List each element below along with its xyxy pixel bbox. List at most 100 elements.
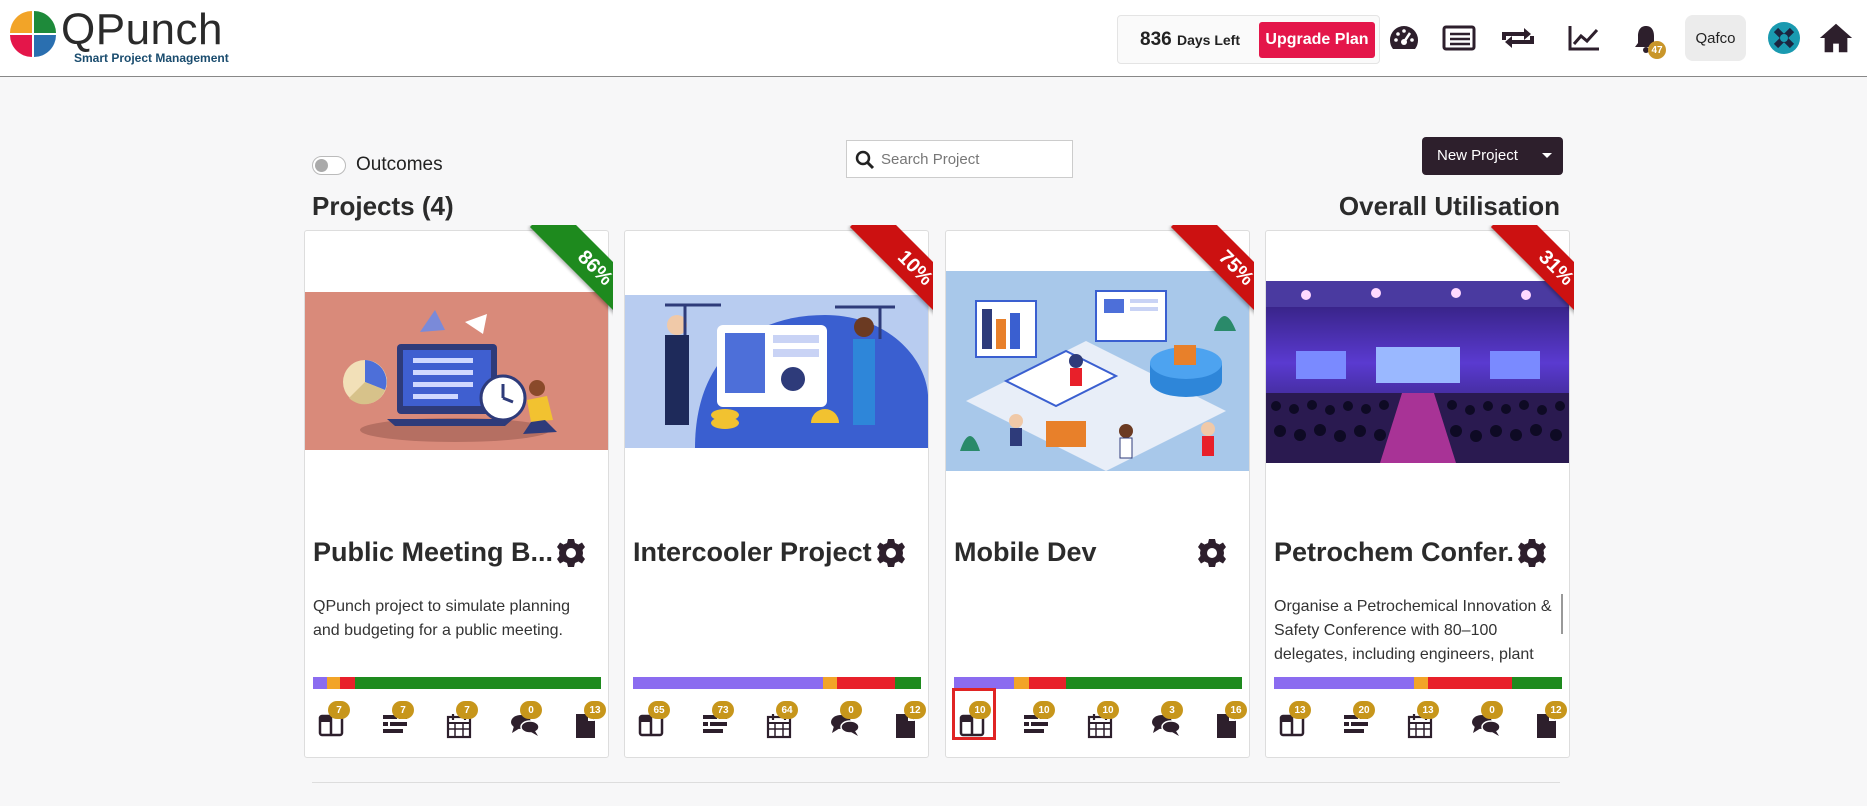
- progress-segment: [1066, 677, 1242, 689]
- chevron-down-icon[interactable]: [1542, 153, 1552, 158]
- highlight-box: [952, 688, 996, 740]
- count-badge: 13: [584, 701, 606, 719]
- panels-icon[interactable]: 13: [1273, 701, 1317, 745]
- gantt-icon[interactable]: 7: [376, 701, 420, 745]
- gear-icon[interactable]: [1516, 537, 1548, 569]
- outcomes-toggle[interactable]: [312, 156, 346, 175]
- completion-percent: 75%: [1170, 225, 1254, 330]
- project-card[interactable]: 31% Petrochem Confer... Organise a Petro…: [1265, 225, 1574, 758]
- gear-icon[interactable]: [1196, 537, 1228, 569]
- project-title[interactable]: Petrochem Confer...: [1274, 537, 1514, 568]
- count-badge: 16: [1225, 701, 1247, 719]
- list-icon[interactable]: [1441, 20, 1477, 56]
- document-icon[interactable]: 13: [568, 701, 612, 745]
- qpunch-logo[interactable]: QPunch Smart Project Management: [8, 5, 229, 67]
- progress-segment: [1428, 677, 1512, 689]
- search-box: [846, 140, 1073, 178]
- card-actions: 13 20 13 0 12: [1266, 695, 1569, 755]
- chat-icon[interactable]: 0: [1465, 701, 1509, 745]
- panels-icon[interactable]: 7: [312, 701, 356, 745]
- project-description: [954, 595, 1242, 663]
- project-description: QPunch project to simulate planning and …: [313, 598, 571, 639]
- progress-segment: [1028, 677, 1067, 689]
- count-badge: 7: [328, 701, 350, 719]
- gear-icon[interactable]: [555, 537, 587, 569]
- chart-line-icon[interactable]: [1566, 20, 1602, 56]
- progress-segment: [823, 677, 838, 689]
- gantt-icon[interactable]: 20: [1337, 701, 1381, 745]
- bell-icon[interactable]: 47: [1628, 20, 1666, 59]
- gantt-icon[interactable]: 10: [1017, 701, 1061, 745]
- progress-segment: [1511, 677, 1562, 689]
- panels-icon[interactable]: 65: [632, 701, 676, 745]
- card-actions: 65 73 64 0 12: [625, 695, 928, 755]
- completion-percent: 86%: [529, 225, 613, 330]
- chat-icon[interactable]: 0: [824, 701, 868, 745]
- project-description: Organise a Petrochemical Innovation & Sa…: [1274, 598, 1552, 663]
- progress-segment: [327, 677, 341, 689]
- count-badge: 3: [1161, 701, 1183, 719]
- calendar-icon[interactable]: 7: [440, 701, 484, 745]
- progress-segment: [1413, 677, 1429, 689]
- count-badge: 10: [1033, 701, 1055, 719]
- project-title[interactable]: Public Meeting B...: [313, 537, 553, 568]
- progress-segment: [354, 677, 601, 689]
- status-progress-bar: [633, 677, 921, 689]
- search-input[interactable]: [881, 147, 1065, 171]
- calendar-icon[interactable]: 13: [1401, 701, 1445, 745]
- count-badge: 64: [776, 701, 798, 719]
- count-badge: 0: [1481, 701, 1503, 719]
- project-card[interactable]: 75% Mobile Dev 10 10 10 3 16: [945, 225, 1254, 758]
- progress-segment: [340, 677, 355, 689]
- count-badge: 7: [392, 701, 414, 719]
- chat-icon[interactable]: 0: [504, 701, 548, 745]
- calendar-icon[interactable]: 64: [760, 701, 804, 745]
- logo-text: QPunch: [61, 5, 223, 54]
- dashboard-icon[interactable]: [1386, 20, 1422, 56]
- progress-segment: [837, 677, 896, 689]
- progress-segment: [313, 677, 328, 689]
- days-left-value: 836: [1140, 29, 1172, 50]
- project-description: [633, 595, 921, 663]
- count-badge: 0: [840, 701, 862, 719]
- company-logo-icon[interactable]: [1766, 20, 1802, 56]
- gear-icon[interactable]: [875, 537, 907, 569]
- completion-percent: 31%: [1490, 225, 1574, 330]
- project-title[interactable]: Mobile Dev: [954, 537, 1194, 568]
- project-card[interactable]: 10% Intercooler Project 65 73 64 0 12: [624, 225, 933, 758]
- exchange-icon[interactable]: [1500, 20, 1536, 56]
- project-card[interactable]: 86% Public Meeting B... QPunch project t…: [304, 225, 613, 758]
- new-project-button[interactable]: New Project: [1422, 137, 1563, 175]
- count-badge: 10: [1097, 701, 1119, 719]
- progress-segment: [895, 677, 921, 689]
- completion-ribbon: 75%: [1149, 225, 1254, 330]
- calendar-icon[interactable]: 10: [1081, 701, 1125, 745]
- home-icon[interactable]: [1818, 20, 1854, 56]
- document-icon[interactable]: 16: [1209, 701, 1253, 745]
- divider: [312, 782, 1560, 783]
- count-badge: 73: [712, 701, 734, 719]
- user-menu[interactable]: Qafco: [1685, 15, 1746, 61]
- completion-ribbon: 10%: [828, 225, 933, 330]
- logo-tagline: Smart Project Management: [74, 51, 229, 65]
- count-badge: 12: [1545, 701, 1567, 719]
- search-icon: [855, 150, 875, 170]
- logo-mark-icon: [10, 11, 56, 57]
- upgrade-plan-button[interactable]: Upgrade Plan: [1259, 22, 1375, 58]
- card-actions: 7 7 7 0 13: [305, 695, 608, 755]
- gantt-icon[interactable]: 73: [696, 701, 740, 745]
- progress-segment: [1274, 677, 1414, 689]
- description-scrollbar[interactable]: [1561, 594, 1563, 634]
- top-header: QPunch Smart Project Management 836 Days…: [0, 0, 1867, 77]
- status-progress-bar: [313, 677, 601, 689]
- document-icon[interactable]: 12: [888, 701, 932, 745]
- count-badge: 7: [456, 701, 478, 719]
- status-progress-bar: [1274, 677, 1562, 689]
- count-badge: 12: [904, 701, 926, 719]
- completion-ribbon: 31%: [1469, 225, 1574, 330]
- overall-utilisation-title[interactable]: Overall Utilisation: [1339, 191, 1560, 222]
- count-badge: 0: [520, 701, 542, 719]
- chat-icon[interactable]: 3: [1145, 701, 1189, 745]
- document-icon[interactable]: 12: [1529, 701, 1573, 745]
- project-title[interactable]: Intercooler Project: [633, 537, 873, 568]
